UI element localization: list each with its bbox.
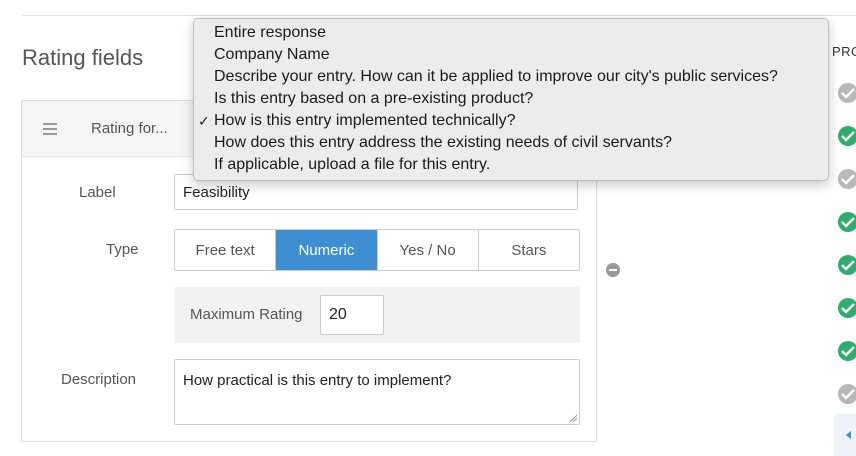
dropdown-item[interactable]: Entire response [194, 22, 828, 44]
dropdown-item[interactable]: Company Name [194, 44, 828, 66]
type-selector: Free text Numeric Yes / No Stars [174, 229, 580, 271]
type-option-numeric[interactable]: Numeric [276, 230, 378, 270]
dropdown-item[interactable]: If applicable, upload a file for this en… [194, 154, 828, 176]
status-check-icon [838, 341, 856, 361]
dropdown-item[interactable]: Is this entry based on a pre-existing pr… [194, 88, 828, 110]
description-textarea[interactable]: How practical is this entry to implement… [174, 359, 580, 425]
rating-field-header-title: Rating for... [91, 120, 168, 137]
maximum-rating-input[interactable]: 20 [320, 295, 384, 335]
type-option-yes-no[interactable]: Yes / No [377, 230, 479, 270]
status-pending-icon [838, 169, 856, 189]
resize-grip-icon[interactable] [569, 414, 577, 422]
status-pending-icon [838, 384, 856, 404]
status-check-icon [838, 255, 856, 275]
status-pending-icon [838, 83, 856, 103]
checkmark-icon: ✓ [198, 113, 210, 129]
top-divider [22, 15, 856, 16]
status-check-icon [838, 298, 856, 318]
question-dropdown-menu: Entire response Company Name Describe yo… [193, 18, 829, 181]
type-caption: Type [106, 241, 139, 258]
maximum-rating-caption: Maximum Rating [190, 306, 303, 323]
type-option-stars[interactable]: Stars [478, 230, 579, 270]
maximum-rating-box: Maximum Rating 20 [174, 287, 580, 343]
dropdown-item[interactable]: How does this entry address the existing… [194, 132, 828, 154]
dropdown-item[interactable]: Describe your entry. How can it be appli… [194, 66, 828, 88]
remove-field-icon[interactable] [606, 263, 620, 277]
status-check-icon [838, 212, 856, 232]
collapse-panel-toggle[interactable] [834, 414, 856, 456]
description-text: How practical is this entry to implement… [183, 372, 452, 389]
dropdown-item-selected[interactable]: ✓ How is this entry implemented technical… [194, 110, 828, 132]
type-option-free-text[interactable]: Free text [175, 230, 277, 270]
status-check-icon [838, 126, 856, 146]
section-title: Rating fields [22, 45, 144, 70]
drag-handle-icon[interactable] [43, 123, 57, 135]
label-caption: Label [79, 184, 116, 201]
right-column-header: PRO [832, 44, 856, 59]
description-caption: Description [61, 371, 137, 388]
